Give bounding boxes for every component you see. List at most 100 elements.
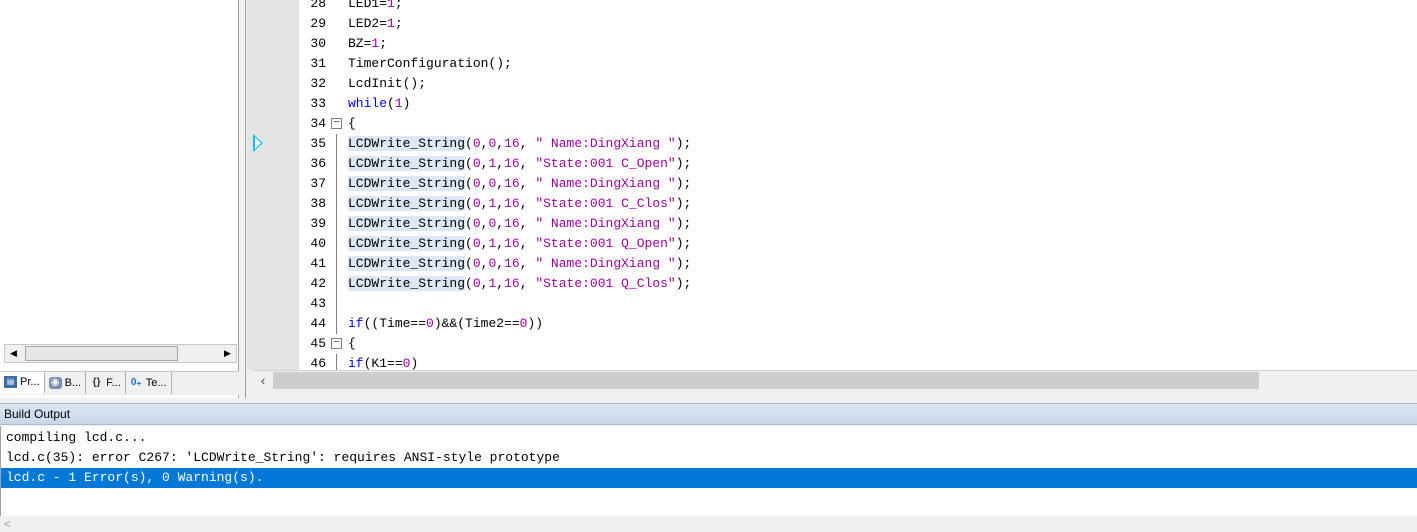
code-token: ( — [465, 156, 473, 171]
code-line[interactable]: 38 LCDWrite_String(0,1,16, "State:001 C_C… — [247, 194, 1417, 214]
code-token: ( — [465, 236, 473, 251]
code-line[interactable]: 39 LCDWrite_String(0,0,16, " Name:DingXia… — [247, 214, 1417, 234]
code-text: LCDWrite_String(0,1,16, "State:001 C_Clo… — [348, 194, 691, 214]
fold-guide — [336, 274, 337, 294]
code-line[interactable]: 29 LED2=1; — [247, 14, 1417, 34]
tab-functions[interactable]: {} F... — [86, 372, 126, 394]
code-editor[interactable]: 28 LED1=1; 29 LED2=1; 30 BZ=1; 31 TimerConfigur… — [247, 0, 1417, 370]
code-line[interactable]: 31 TimerConfiguration(); — [247, 54, 1417, 74]
code-token: ( — [465, 256, 473, 271]
line-number: 43 — [310, 296, 326, 311]
code-token: LED2= — [348, 16, 388, 31]
code-token: LCDWrite_String — [348, 236, 466, 251]
code-token: ( — [465, 176, 473, 191]
code-line[interactable]: 36 LCDWrite_String(0,1,16, "State:001 C_O… — [247, 154, 1417, 174]
code-token: 1 — [394, 96, 403, 111]
code-token: , — [519, 196, 536, 211]
code-token: LCDWrite_String — [348, 216, 466, 231]
line-number: 34 — [310, 116, 326, 131]
code-line[interactable]: 34−{ — [247, 114, 1417, 134]
code-token: 1 — [387, 0, 395, 11]
code-token: " Name:DingXiang " — [535, 256, 676, 271]
code-line[interactable]: 30 BZ=1; — [247, 34, 1417, 54]
code-line[interactable]: 43 — [247, 294, 1417, 314]
line-number: 41 — [310, 256, 326, 271]
code-line[interactable]: 45−{ — [247, 334, 1417, 354]
code-text: LCDWrite_String(0,1,16, "State:001 Q_Clo… — [348, 274, 691, 294]
scroll-left-arrow-icon[interactable]: ‹ — [255, 371, 271, 390]
code-line[interactable]: 35 LCDWrite_String(0,0,16, " Name:DingXia… — [247, 134, 1417, 154]
build-output-scrollbar[interactable]: < — [0, 516, 1417, 532]
line-number: 38 — [310, 196, 326, 211]
scroll-thumb[interactable] — [25, 346, 178, 361]
tab-label: Pr... — [20, 376, 40, 388]
scroll-left-arrow-icon[interactable]: < — [4, 516, 11, 532]
fold-toggle-icon[interactable]: − — [331, 338, 342, 349]
fold-toggle-icon[interactable]: − — [331, 118, 342, 129]
code-token: TimerConfiguration(); — [348, 56, 512, 71]
code-line[interactable]: 44 if((Time==0)&&(Time2==0)) — [247, 314, 1417, 334]
code-text: LED2=1; — [348, 14, 403, 34]
code-line[interactable]: 42 LCDWrite_String(0,1,16, "State:001 Q_C… — [247, 274, 1417, 294]
code-token: 16 — [504, 176, 520, 191]
code-token: LCDWrite_String — [348, 196, 466, 211]
code-token: , — [496, 136, 505, 151]
line-number: 32 — [310, 76, 326, 91]
code-line[interactable]: 40 LCDWrite_String(0,1,16, "State:001 Q_O… — [247, 234, 1417, 254]
code-token: ( — [465, 216, 473, 231]
templates-icon: 0₊ — [130, 377, 142, 388]
code-line[interactable]: 33 while(1) — [247, 94, 1417, 114]
line-number: 35 — [310, 136, 326, 151]
code-token: 0 — [472, 236, 481, 251]
tab-project[interactable]: ▤ Pr... — [0, 372, 45, 394]
code-token: 0 — [472, 276, 481, 291]
line-number: 46 — [310, 356, 326, 370]
code-token: ) — [410, 356, 419, 370]
fold-guide — [336, 354, 337, 370]
line-number: 28 — [310, 0, 326, 11]
code-token: ); — [675, 136, 692, 151]
code-text: TimerConfiguration(); — [348, 54, 512, 74]
code-token: 0 — [472, 136, 481, 151]
code-text: BZ=1; — [348, 34, 387, 54]
code-token: 0 — [472, 156, 481, 171]
code-text: if(K1==0) — [348, 354, 418, 370]
code-token: { — [348, 336, 356, 351]
editor-horizontal-scrollbar[interactable]: ‹ — [253, 370, 1417, 390]
code-token: , — [496, 276, 505, 291]
code-line[interactable]: 37 LCDWrite_String(0,0,16, " Name:DingXia… — [247, 174, 1417, 194]
build-output-line[interactable]: compiling lcd.c... — [1, 428, 1417, 448]
tab-books[interactable]: ◉ B... — [45, 372, 87, 394]
fold-guide — [336, 214, 337, 234]
code-token: , — [496, 156, 505, 171]
code-line[interactable]: 41 LCDWrite_String(0,0,16, " Name:DingXia… — [247, 254, 1417, 274]
code-line[interactable]: 46 if(K1==0) — [247, 354, 1417, 370]
code-token: (K1== — [363, 356, 403, 370]
code-token: "State:001 C_Clos" — [535, 196, 676, 211]
panel-splitter[interactable] — [239, 0, 246, 398]
code-token: " Name:DingXiang " — [535, 176, 676, 191]
books-icon: ◉ — [48, 377, 62, 389]
code-token: 16 — [504, 196, 520, 211]
scroll-left-arrow-icon[interactable]: ◀ — [5, 345, 22, 362]
code-token: , — [496, 176, 505, 191]
code-token: 16 — [504, 256, 520, 271]
line-number: 30 — [310, 36, 326, 51]
scroll-thumb[interactable] — [273, 372, 1259, 389]
tab-templates[interactable]: 0₊ Te... — [126, 372, 172, 394]
line-number: 44 — [310, 316, 326, 331]
build-output-line[interactable]: lcd.c - 1 Error(s), 0 Warning(s). — [1, 468, 1417, 488]
build-output-line[interactable]: lcd.c(35): error C267: 'LCDWrite_String'… — [1, 448, 1417, 468]
code-text: LCDWrite_String(0,1,16, "State:001 C_Ope… — [348, 154, 691, 174]
code-token: 16 — [504, 156, 520, 171]
tab-label: B... — [64, 377, 82, 389]
project-panel-scrollbar[interactable]: ◀ ▶ — [4, 344, 237, 363]
code-token: 0 — [426, 316, 434, 331]
code-token: 16 — [504, 136, 520, 151]
code-line[interactable]: 32 LcdInit(); — [247, 74, 1417, 94]
scroll-right-arrow-icon[interactable]: ▶ — [219, 345, 236, 362]
code-token: LCDWrite_String — [348, 276, 466, 291]
code-token: , — [496, 216, 505, 231]
code-line[interactable]: 28 LED1=1; — [247, 0, 1417, 14]
code-token: LCDWrite_String — [348, 176, 466, 191]
